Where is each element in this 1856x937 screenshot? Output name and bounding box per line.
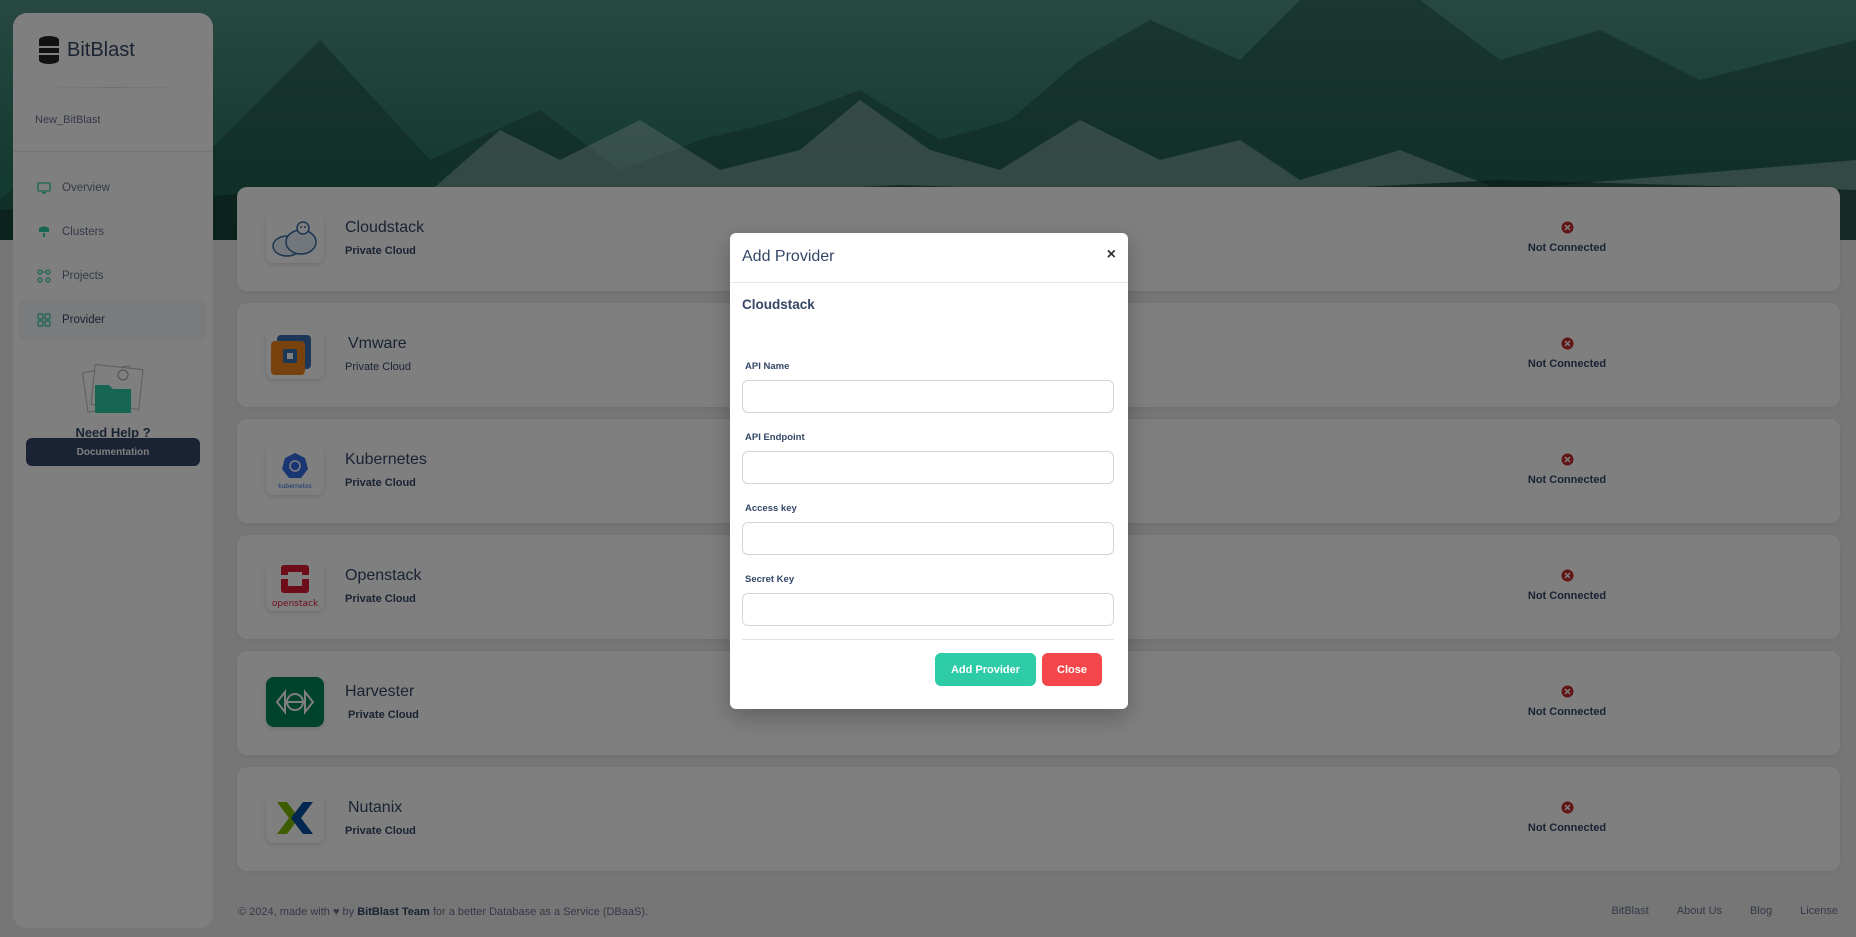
divider bbox=[742, 639, 1114, 640]
modal-title: Add Provider bbox=[742, 248, 835, 265]
add-provider-button[interactable]: Add Provider bbox=[935, 653, 1036, 686]
modal-header: Add Provider × bbox=[730, 233, 1128, 283]
api-name-input[interactable] bbox=[742, 380, 1114, 413]
api-endpoint-input[interactable] bbox=[742, 451, 1114, 484]
api-endpoint-label: API Endpoint bbox=[745, 432, 805, 443]
secret-key-input[interactable] bbox=[742, 593, 1114, 626]
close-icon[interactable]: × bbox=[1107, 247, 1116, 263]
access-key-label: Access key bbox=[745, 503, 797, 514]
add-provider-modal: Add Provider × Cloudstack API Name API E… bbox=[730, 233, 1128, 709]
api-name-label: API Name bbox=[745, 361, 790, 372]
secret-key-label: Secret Key bbox=[745, 574, 795, 585]
selected-provider-name: Cloudstack bbox=[742, 297, 815, 312]
access-key-input[interactable] bbox=[742, 522, 1114, 555]
close-button[interactable]: Close bbox=[1042, 653, 1102, 686]
